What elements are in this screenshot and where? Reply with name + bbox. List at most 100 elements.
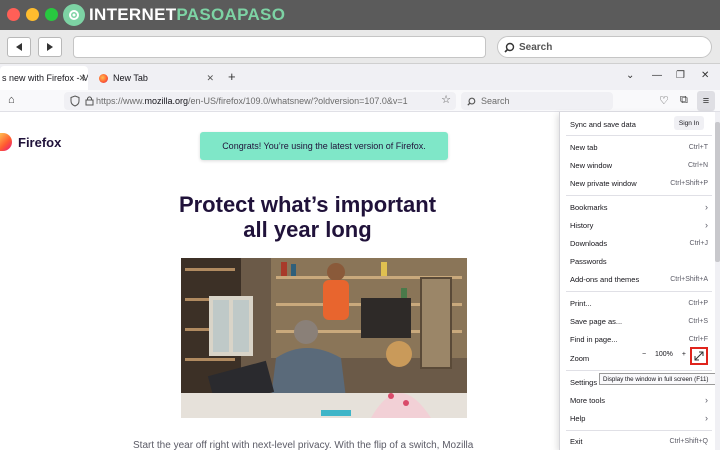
fullscreen-button[interactable] — [690, 347, 708, 365]
menu-label: Help — [570, 413, 586, 423]
menu-item-more-tools[interactable]: More tools › — [570, 393, 708, 407]
congrats-banner: Congrats! You’re using the latest versio… — [200, 132, 448, 160]
menu-separator — [566, 135, 712, 136]
outer-address-field[interactable] — [73, 36, 486, 58]
extensions-icon[interactable]: ⧉ — [680, 94, 688, 107]
search-icon — [467, 97, 476, 106]
sign-in-button[interactable]: Sign In — [674, 116, 704, 130]
page-scrollbar[interactable] — [715, 112, 720, 450]
firefox-favicon-icon — [99, 73, 108, 83]
search-icon — [504, 42, 515, 53]
menu-shortcut: Ctrl+J — [689, 239, 708, 247]
firefox-logo-icon — [0, 133, 12, 151]
close-icon[interactable]: ✕ — [78, 73, 86, 84]
sync-label: Sync and save data — [570, 119, 636, 129]
menu-label: Save page as... — [570, 316, 623, 326]
menu-shortcut: Ctrl+Shift+Q — [669, 437, 708, 445]
family-photo-illustration — [181, 258, 467, 418]
outer-title-bar: INTERNETPASOAPASO — [0, 0, 720, 30]
outer-nav-bar: Search — [0, 30, 720, 64]
zoom-in-button[interactable]: + — [679, 351, 689, 358]
new-tab-plus-icon[interactable]: + — [228, 69, 236, 84]
chevron-right-icon: › — [705, 413, 708, 423]
tab-strip: s new with Firefox - More ✕ New Tab ✕ + … — [0, 64, 720, 90]
menu-item-find[interactable]: Find in page... Ctrl+F — [570, 332, 708, 346]
zoom-reset-button[interactable]: 100% — [655, 351, 673, 358]
family-photo — [181, 258, 467, 418]
menu-item-new-window[interactable]: New window Ctrl+N — [570, 158, 708, 172]
pocket-icon[interactable]: ♡ — [659, 94, 669, 107]
outer-search-field[interactable]: Search — [497, 36, 712, 58]
menu-label: Add-ons and themes — [570, 274, 640, 284]
restore-icon[interactable]: ❐ — [676, 70, 685, 81]
list-tabs-chevron-icon[interactable]: ⌄ — [626, 70, 634, 81]
menu-separator — [566, 291, 712, 292]
menu-item-addons[interactable]: Add-ons and themes Ctrl+Shift+A — [570, 272, 708, 286]
menu-item-print[interactable]: Print... Ctrl+P — [570, 296, 708, 310]
menu-item-passwords[interactable]: Passwords — [570, 254, 708, 268]
minimize-window-button[interactable] — [26, 8, 39, 21]
close-icon[interactable]: ✕ — [206, 73, 214, 84]
chevron-right-icon: › — [705, 395, 708, 405]
firefox-brand[interactable]: Firefox — [0, 133, 61, 151]
fullscreen-arrows-icon — [694, 351, 704, 361]
close-window-button[interactable] — [7, 8, 20, 21]
logo-text-main: INTERNET — [89, 5, 177, 24]
address-bar[interactable]: https://www.mozilla.org/en-US/firefox/10… — [64, 92, 456, 110]
app-menu-panel: Sync and save data Sign In New tab Ctrl+T… — [559, 112, 715, 450]
lock-icon[interactable] — [85, 95, 94, 106]
menu-label: Find in page... — [570, 334, 618, 344]
home-icon[interactable]: ⌂ — [8, 94, 15, 106]
menu-label: New tab — [570, 142, 598, 152]
menu-label: History — [570, 220, 594, 230]
minimize-icon[interactable]: — — [652, 70, 662, 81]
menu-label: Exit — [570, 436, 583, 446]
menu-separator — [566, 370, 712, 371]
menu-label: Bookmarks — [570, 202, 608, 212]
menu-item-help[interactable]: Help › — [570, 411, 708, 425]
tab-label: s new with Firefox - More — [2, 73, 88, 83]
url-prefix: https://www. — [96, 96, 145, 106]
tab-label: New Tab — [113, 73, 148, 83]
hamburger-menu-icon: ≡ — [702, 95, 710, 107]
logo-text-accent: PASOAPASO — [176, 5, 286, 24]
bookmark-star-icon[interactable]: ☆ — [441, 93, 451, 106]
app-menu-button[interactable]: ≡ — [697, 91, 715, 111]
back-arrow-icon — [16, 43, 22, 51]
menu-label: New window — [570, 160, 613, 170]
menu-shortcut: Ctrl+T — [688, 143, 708, 151]
search-bar[interactable]: Search — [461, 92, 613, 110]
menu-item-exit[interactable]: Exit Ctrl+Shift+Q — [570, 434, 708, 448]
menu-item-bookmarks[interactable]: Bookmarks › — [570, 200, 708, 214]
search-placeholder: Search — [481, 96, 510, 106]
menu-label: More tools — [570, 395, 606, 405]
menu-shortcut: Ctrl+Shift+P — [670, 179, 708, 187]
outer-back-button[interactable] — [7, 37, 31, 57]
zoom-out-button[interactable]: − — [639, 351, 649, 358]
congrats-text: Congrats! You’re using the latest versio… — [222, 141, 426, 151]
close-window-icon[interactable]: ✕ — [701, 70, 709, 81]
menu-item-history[interactable]: History › — [570, 218, 708, 232]
menu-label: Settings — [570, 377, 598, 387]
page-headline: Protect what’s important all year long — [150, 192, 465, 242]
logo-gear-icon — [63, 4, 85, 26]
outer-forward-button[interactable] — [38, 37, 62, 57]
headline-line-2: all year long — [243, 217, 372, 242]
tab-new-tab[interactable]: New Tab ✕ — [96, 66, 216, 90]
zoom-controls: − 100% + — [639, 351, 689, 358]
menu-separator — [566, 195, 712, 196]
menu-shortcut: Ctrl+S — [688, 317, 708, 325]
body-paragraph: Start the year off right with next-level… — [133, 440, 474, 450]
menu-label: New private window — [570, 178, 637, 188]
forward-arrow-icon — [47, 43, 53, 51]
tab-whats-new[interactable]: s new with Firefox - More ✕ — [0, 66, 88, 90]
menu-item-new-tab[interactable]: New tab Ctrl+T — [570, 140, 708, 154]
menu-item-downloads[interactable]: Downloads Ctrl+J — [570, 236, 708, 250]
menu-separator — [566, 430, 712, 431]
zoom-window-button[interactable] — [45, 8, 58, 21]
menu-label: Downloads — [570, 238, 608, 248]
menu-item-new-private-window[interactable]: New private window Ctrl+Shift+P — [570, 176, 708, 190]
menu-item-save-page[interactable]: Save page as... Ctrl+S — [570, 314, 708, 328]
shield-icon[interactable] — [70, 95, 80, 107]
scrollbar-thumb[interactable] — [715, 122, 720, 262]
